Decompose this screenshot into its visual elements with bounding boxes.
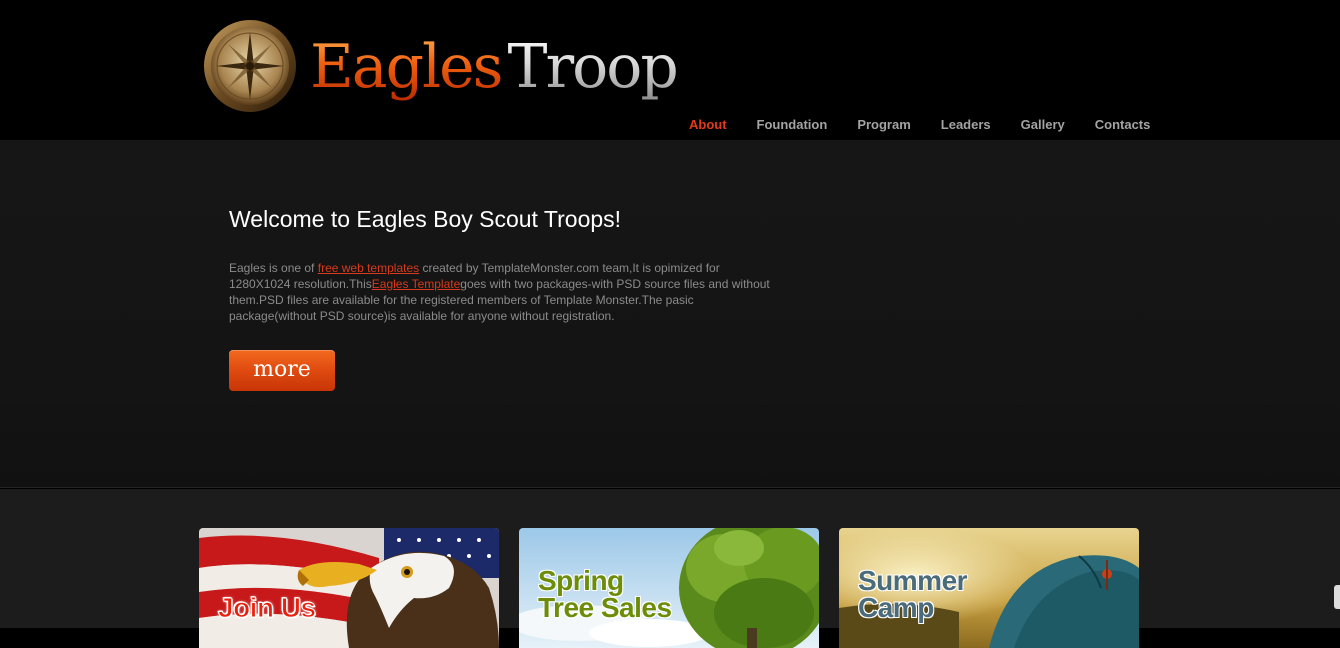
intro-paragraph: Eagles is one of free web templates crea…: [229, 260, 777, 324]
card-spring-tree-sales[interactable]: Spring Tree Sales: [519, 528, 819, 648]
nav-item-leaders[interactable]: Leaders: [926, 116, 1006, 134]
card-title-line-1: Join Us: [218, 592, 317, 623]
compass-icon[interactable]: [202, 18, 298, 114]
card-title-spring-tree-sales: Spring Tree Sales: [538, 565, 672, 623]
main-nav: About Foundation Program Leaders Gallery…: [674, 116, 1165, 134]
card-title-line-1: Summer: [858, 565, 968, 596]
hero-section: Welcome to Eagles Boy Scout Troops! Eagl…: [0, 140, 1340, 488]
feature-section: Join Us Spring Tree Sales Summer Camp: [0, 489, 1340, 648]
card-title-line-1: Spring: [538, 565, 624, 596]
nav-item-gallery[interactable]: Gallery: [1006, 116, 1080, 134]
logo-word-eagles: Eagles: [310, 32, 503, 102]
intro-text-1: Eagles is one of: [229, 261, 318, 275]
site-header: Eagles Troop About Foundation Program Lea…: [0, 0, 1340, 140]
site-logo[interactable]: Eagles Troop: [310, 22, 679, 112]
eagles-template-link[interactable]: Eagles Template: [372, 277, 461, 291]
nav-item-program[interactable]: Program: [842, 116, 925, 134]
card-title-join-us: Join Us: [218, 592, 317, 623]
scroll-handle[interactable]: [1334, 585, 1340, 609]
free-web-templates-link[interactable]: free web templates: [318, 261, 419, 275]
nav-item-contacts[interactable]: Contacts: [1080, 116, 1166, 134]
logo-word-troop: Troop: [507, 32, 678, 102]
card-title-line-2: Camp: [858, 592, 934, 623]
card-summer-camp[interactable]: Summer Camp: [839, 528, 1139, 648]
nav-item-foundation[interactable]: Foundation: [742, 116, 843, 134]
card-join-us[interactable]: Join Us: [199, 528, 499, 648]
nav-item-about[interactable]: About: [674, 116, 742, 134]
card-title-line-2: Tree Sales: [538, 592, 672, 623]
page-title: Welcome to Eagles Boy Scout Troops!: [229, 206, 622, 232]
more-button[interactable]: more: [229, 350, 335, 391]
eagle-flag-image: [199, 528, 499, 648]
card-title-summer-camp: Summer Camp: [858, 565, 968, 623]
